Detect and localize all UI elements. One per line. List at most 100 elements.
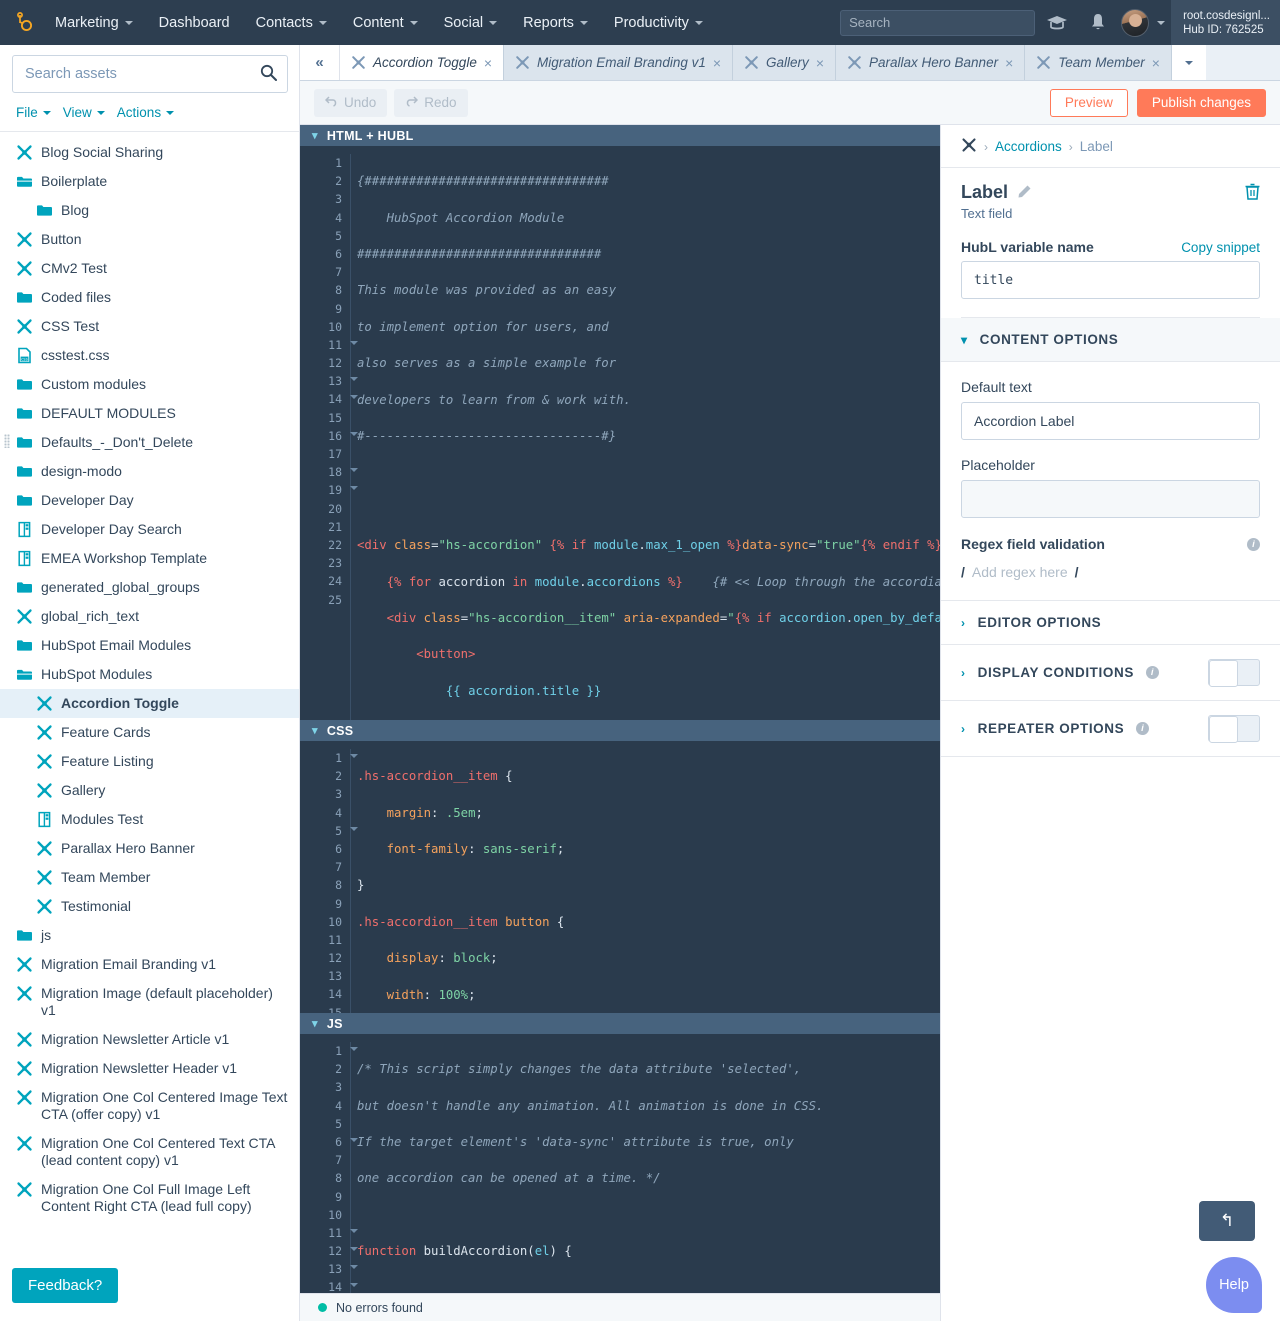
tab-gallery[interactable]: Gallery×	[733, 45, 836, 80]
menu-file[interactable]: File	[14, 103, 57, 122]
global-search-input[interactable]	[840, 10, 1035, 36]
close-icon[interactable]: ×	[484, 55, 492, 71]
tree-item-button[interactable]: Button	[0, 225, 299, 254]
feedback-button[interactable]: Feedback?	[12, 1268, 118, 1303]
copy-snippet-link[interactable]: Copy snippet	[1181, 240, 1260, 255]
tree-item-boilerplate[interactable]: Boilerplate	[0, 167, 299, 196]
repeater-options-toggle[interactable]	[1208, 715, 1260, 742]
display-conditions-toggle[interactable]	[1208, 659, 1260, 686]
nav-item-dashboard[interactable]: Dashboard	[146, 0, 243, 45]
tree-item-team-member[interactable]: Team Member	[0, 863, 299, 892]
regex-input[interactable]: Add regex here	[967, 564, 1073, 580]
section-content-options[interactable]: ▾ CONTENT OPTIONS	[941, 318, 1280, 362]
html-hubl-code-body[interactable]: 1234 5678 910 11 12 13 14 15 16 17 18 19…	[300, 146, 940, 720]
pane-header-html-hubl[interactable]: ▾ HTML + HUBL	[300, 125, 940, 146]
tree-item-blog-social-sharing[interactable]: Blog Social Sharing	[0, 138, 299, 167]
tree-item-modules-test[interactable]: Modules Test	[0, 805, 299, 834]
tree-item-css-test[interactable]: CSS Test	[0, 312, 299, 341]
nav-item-productivity[interactable]: Productivity	[601, 0, 716, 45]
section-display-conditions[interactable]: › DISPLAY CONDITIONS i	[941, 645, 1280, 701]
redo-button[interactable]: Redo	[394, 89, 467, 117]
tree-item-migration-newsletter-article-v1[interactable]: Migration Newsletter Article v1	[0, 1025, 299, 1054]
nav-item-contacts[interactable]: Contacts	[243, 0, 340, 45]
tree-item-emea-workshop-template[interactable]: EMEA Workshop Template	[0, 544, 299, 573]
tab-overflow-menu[interactable]	[1172, 45, 1206, 80]
account-menu[interactable]: root.cosdesignl... Hub ID: 762525	[1171, 0, 1280, 45]
tree-item-gallery[interactable]: Gallery	[0, 776, 299, 805]
tree-item-parallax-hero-banner[interactable]: Parallax Hero Banner	[0, 834, 299, 863]
pane-header-js[interactable]: ▾ JS	[300, 1013, 940, 1034]
tab-parallax-hero-banner[interactable]: Parallax Hero Banner×	[836, 45, 1025, 80]
tree-item-coded-files[interactable]: Coded files	[0, 283, 299, 312]
tab-migration-email-branding-v1[interactable]: Migration Email Branding v1×	[504, 45, 733, 80]
close-icon[interactable]: ×	[1005, 55, 1013, 71]
tree-item-developer-day-search[interactable]: Developer Day Search	[0, 515, 299, 544]
info-icon[interactable]: i	[1136, 722, 1149, 735]
menu-view[interactable]: View	[61, 103, 111, 122]
tree-item-migration-one-col-centered-image-text-cta-offer-copy-v1[interactable]: Migration One Col Centered Image Text CT…	[0, 1083, 299, 1129]
breadcrumb-item-accordions[interactable]: Accordions	[995, 139, 1062, 154]
tree-item-generated-global-groups[interactable]: generated_global_groups	[0, 573, 299, 602]
tree-item-feature-cards[interactable]: Feature Cards	[0, 718, 299, 747]
menu-actions[interactable]: Actions	[115, 103, 180, 122]
publish-changes-button[interactable]: Publish changes	[1137, 89, 1266, 117]
section-repeater-options[interactable]: › REPEATER OPTIONS i	[941, 701, 1280, 757]
nav-item-reports[interactable]: Reports	[510, 0, 601, 45]
close-icon[interactable]: ×	[1152, 55, 1160, 71]
tree-item-default-modules[interactable]: DEFAULT MODULES	[0, 399, 299, 428]
nav-item-social[interactable]: Social	[431, 0, 511, 45]
regex-input-row[interactable]: / Add regex here /	[961, 558, 1260, 580]
graduation-cap-icon[interactable]	[1046, 14, 1068, 32]
section-editor-options[interactable]: › EDITOR OPTIONS	[941, 600, 1280, 645]
module-icon[interactable]	[961, 137, 977, 156]
chevron-double-left-icon[interactable]: «	[300, 45, 340, 80]
default-text-input[interactable]	[961, 402, 1260, 440]
bell-icon[interactable]	[1090, 13, 1106, 32]
trash-icon[interactable]	[1245, 183, 1260, 203]
info-icon[interactable]: i	[1247, 538, 1260, 551]
tree-item-developer-day[interactable]: Developer Day	[0, 486, 299, 515]
chevron-down-icon[interactable]	[1157, 21, 1165, 25]
tree-item-csstest-css[interactable]: CSScsstest.css	[0, 341, 299, 370]
info-icon[interactable]: i	[1146, 666, 1159, 679]
nav-item-content[interactable]: Content	[340, 0, 431, 45]
global-search[interactable]	[840, 10, 1035, 36]
avatar[interactable]	[1121, 9, 1149, 37]
tree-item-migration-one-col-full-image-left-content-right-cta-lead-full-copy[interactable]: Migration One Col Full Image Left Conten…	[0, 1175, 299, 1221]
tree-item-hubspot-modules[interactable]: HubSpot Modules	[0, 660, 299, 689]
tree-item-migration-one-col-centered-text-cta-lead-content-copy-v1[interactable]: Migration One Col Centered Text CTA (lea…	[0, 1129, 299, 1175]
tree-item-hubspot-email-modules[interactable]: HubSpot Email Modules	[0, 631, 299, 660]
tree-item-accordion-toggle[interactable]: Accordion Toggle	[0, 689, 299, 718]
tree-item-migration-image-default-placeholder-v1[interactable]: Migration Image (default placeholder) v1	[0, 979, 299, 1025]
tree-item-blog[interactable]: Blog	[0, 196, 299, 225]
tree-item-testimonial[interactable]: Testimonial	[0, 892, 299, 921]
nav-item-marketing[interactable]: Marketing	[42, 0, 146, 45]
floating-undo-button[interactable]: ↰	[1199, 1201, 1255, 1241]
drag-handle[interactable]	[4, 434, 10, 448]
help-button[interactable]: Help	[1206, 1257, 1262, 1313]
undo-button[interactable]: Undo	[314, 89, 387, 117]
search-icon[interactable]	[260, 64, 277, 84]
tree-item-cmv2-test[interactable]: CMv2 Test	[0, 254, 299, 283]
css-code-body[interactable]: 1 234 5 678 91011 121314 15 .hs-accordio…	[300, 741, 940, 1013]
tree-item-js[interactable]: js	[0, 921, 299, 950]
tree-item-migration-newsletter-header-v1[interactable]: Migration Newsletter Header v1	[0, 1054, 299, 1083]
search-assets-input[interactable]	[12, 55, 288, 93]
tab-accordion-toggle[interactable]: Accordion Toggle×	[340, 45, 504, 80]
tree-item-feature-listing[interactable]: Feature Listing	[0, 747, 299, 776]
tab-team-member[interactable]: Team Member×	[1025, 45, 1172, 80]
hubspot-sprocket-icon[interactable]	[14, 12, 36, 34]
tree-item-design-modo[interactable]: design-modo	[0, 457, 299, 486]
js-code-body[interactable]: 1 2345 6 78910 11 12 13 14 15 /* This sc…	[300, 1034, 940, 1321]
pencil-icon[interactable]	[1017, 184, 1032, 202]
tree-item-custom-modules[interactable]: Custom modules	[0, 370, 299, 399]
preview-button[interactable]: Preview	[1050, 89, 1128, 117]
tree-item-global-rich-text[interactable]: global_rich_text	[0, 602, 299, 631]
hubl-variable-input[interactable]	[961, 261, 1260, 299]
close-icon[interactable]: ×	[713, 55, 721, 71]
pane-header-css[interactable]: ▾ CSS	[300, 720, 940, 741]
tree-item-defaults-don-t-delete[interactable]: Defaults_-_Don't_Delete	[0, 428, 299, 457]
tree-item-migration-email-branding-v1[interactable]: Migration Email Branding v1	[0, 950, 299, 979]
close-icon[interactable]: ×	[816, 55, 824, 71]
placeholder-input[interactable]	[961, 480, 1260, 518]
